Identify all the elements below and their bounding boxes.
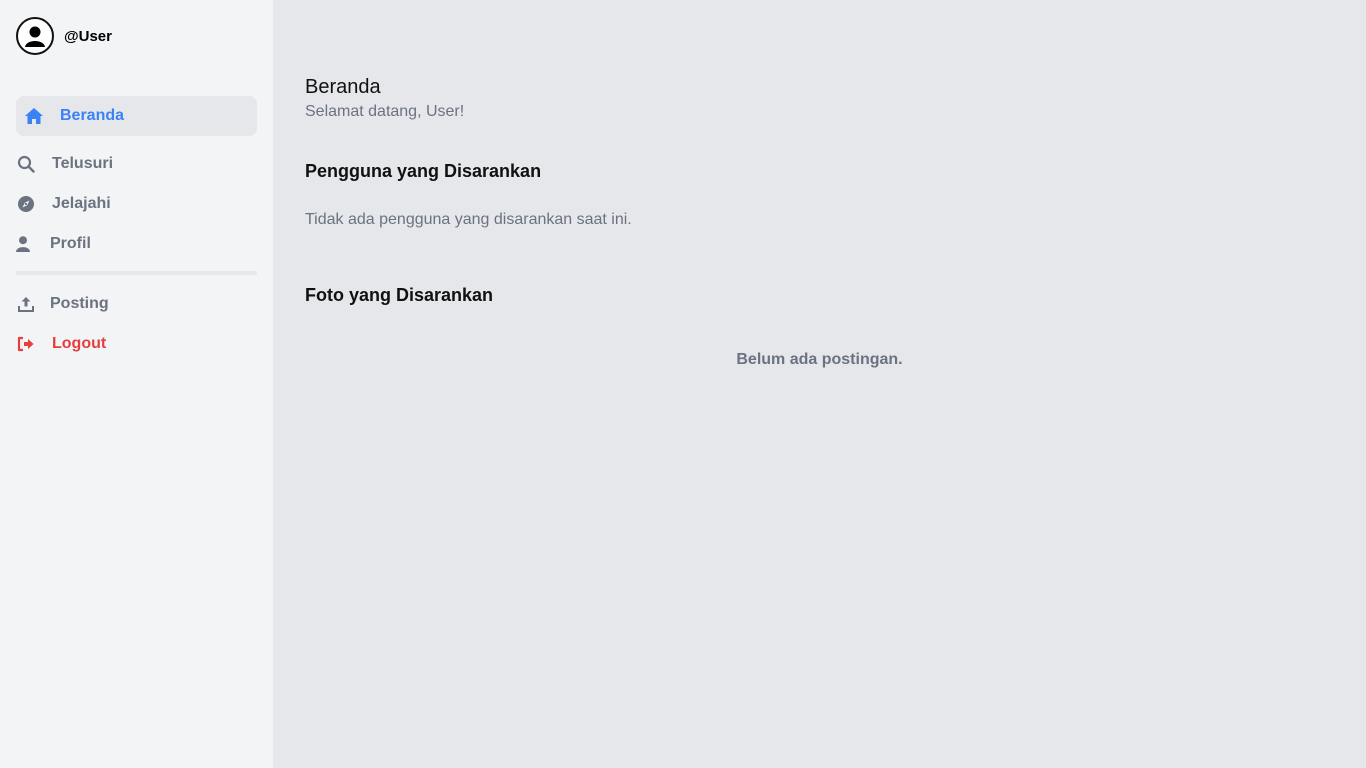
sidebar-item-label: Beranda (60, 107, 125, 124)
sign-out-icon (16, 334, 36, 354)
sidebar-item-label: Jelajahi (52, 195, 111, 212)
suggested-users-title: Pengguna yang Disarankan (305, 161, 542, 181)
sidebar-item-label: Posting (50, 295, 109, 312)
compass-icon (16, 194, 36, 214)
logout-button[interactable]: Logout (16, 324, 257, 364)
suggested-users-empty: Tidak ada pengguna yang disarankan saat … (305, 211, 632, 228)
main-content: Beranda Selamat datang, User! Pengguna y… (273, 0, 1366, 768)
sidebar-item-label: Telusuri (52, 155, 114, 172)
sidebar-item-label: Logout (52, 335, 107, 352)
user-icon (16, 234, 30, 254)
user-circle-icon (16, 17, 54, 55)
sidebar-divider (16, 271, 257, 275)
sidebar-item-jelajahi[interactable]: Jelajahi (16, 184, 257, 224)
suggested-photos-empty: Belum ada postingan. (736, 351, 903, 368)
sidebar-item-label: Profil (50, 235, 91, 252)
home-icon (24, 106, 44, 126)
sidebar-item-telusuri[interactable]: Telusuri (16, 144, 257, 184)
sidebar-item-posting[interactable]: Posting (16, 284, 257, 324)
user-header[interactable]: @User (16, 17, 112, 55)
upload-icon (16, 294, 36, 314)
search-icon (16, 154, 36, 174)
sidebar-item-profil[interactable]: Profil (16, 224, 257, 264)
sidebar: @User Beranda Telusuri Jelajahi Profil P… (0, 0, 273, 768)
suggested-photos-title: Foto yang Disarankan (305, 285, 494, 305)
username: @User (64, 27, 112, 45)
welcome-text: Selamat datang, User! (305, 103, 465, 120)
page-title: Beranda (305, 76, 381, 98)
sidebar-item-beranda[interactable]: Beranda (16, 96, 257, 136)
